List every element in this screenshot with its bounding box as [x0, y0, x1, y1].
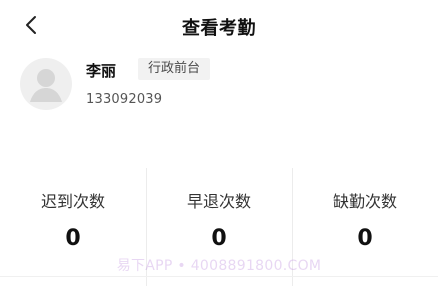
divider [0, 276, 438, 277]
stat-absence[interactable]: 缺勤次数 0 [292, 168, 438, 286]
stat-late[interactable]: 迟到次数 0 [0, 168, 146, 286]
user-phone: 133092039 [86, 92, 163, 107]
stat-value: 0 [65, 226, 81, 251]
user-avatar-icon [20, 58, 72, 110]
stat-label: 迟到次数 [40, 192, 105, 211]
stat-value: 0 [357, 226, 373, 251]
stat-label: 早退次数 [186, 192, 251, 211]
attendance-stats: 迟到次数 0 早退次数 0 缺勤次数 0 [0, 168, 438, 286]
stat-value: 0 [211, 226, 227, 251]
user-name: 李丽 [86, 62, 117, 80]
department-badge: 行政前台 [138, 58, 211, 80]
page-title: 查看考勤 [182, 18, 256, 39]
stat-label: 缺勤次数 [332, 192, 397, 211]
app-header: 查看考勤 [0, 0, 438, 52]
profile-section: 李丽 行政前台 133092039 [0, 52, 438, 122]
stat-early-leave[interactable]: 早退次数 0 [146, 168, 292, 286]
